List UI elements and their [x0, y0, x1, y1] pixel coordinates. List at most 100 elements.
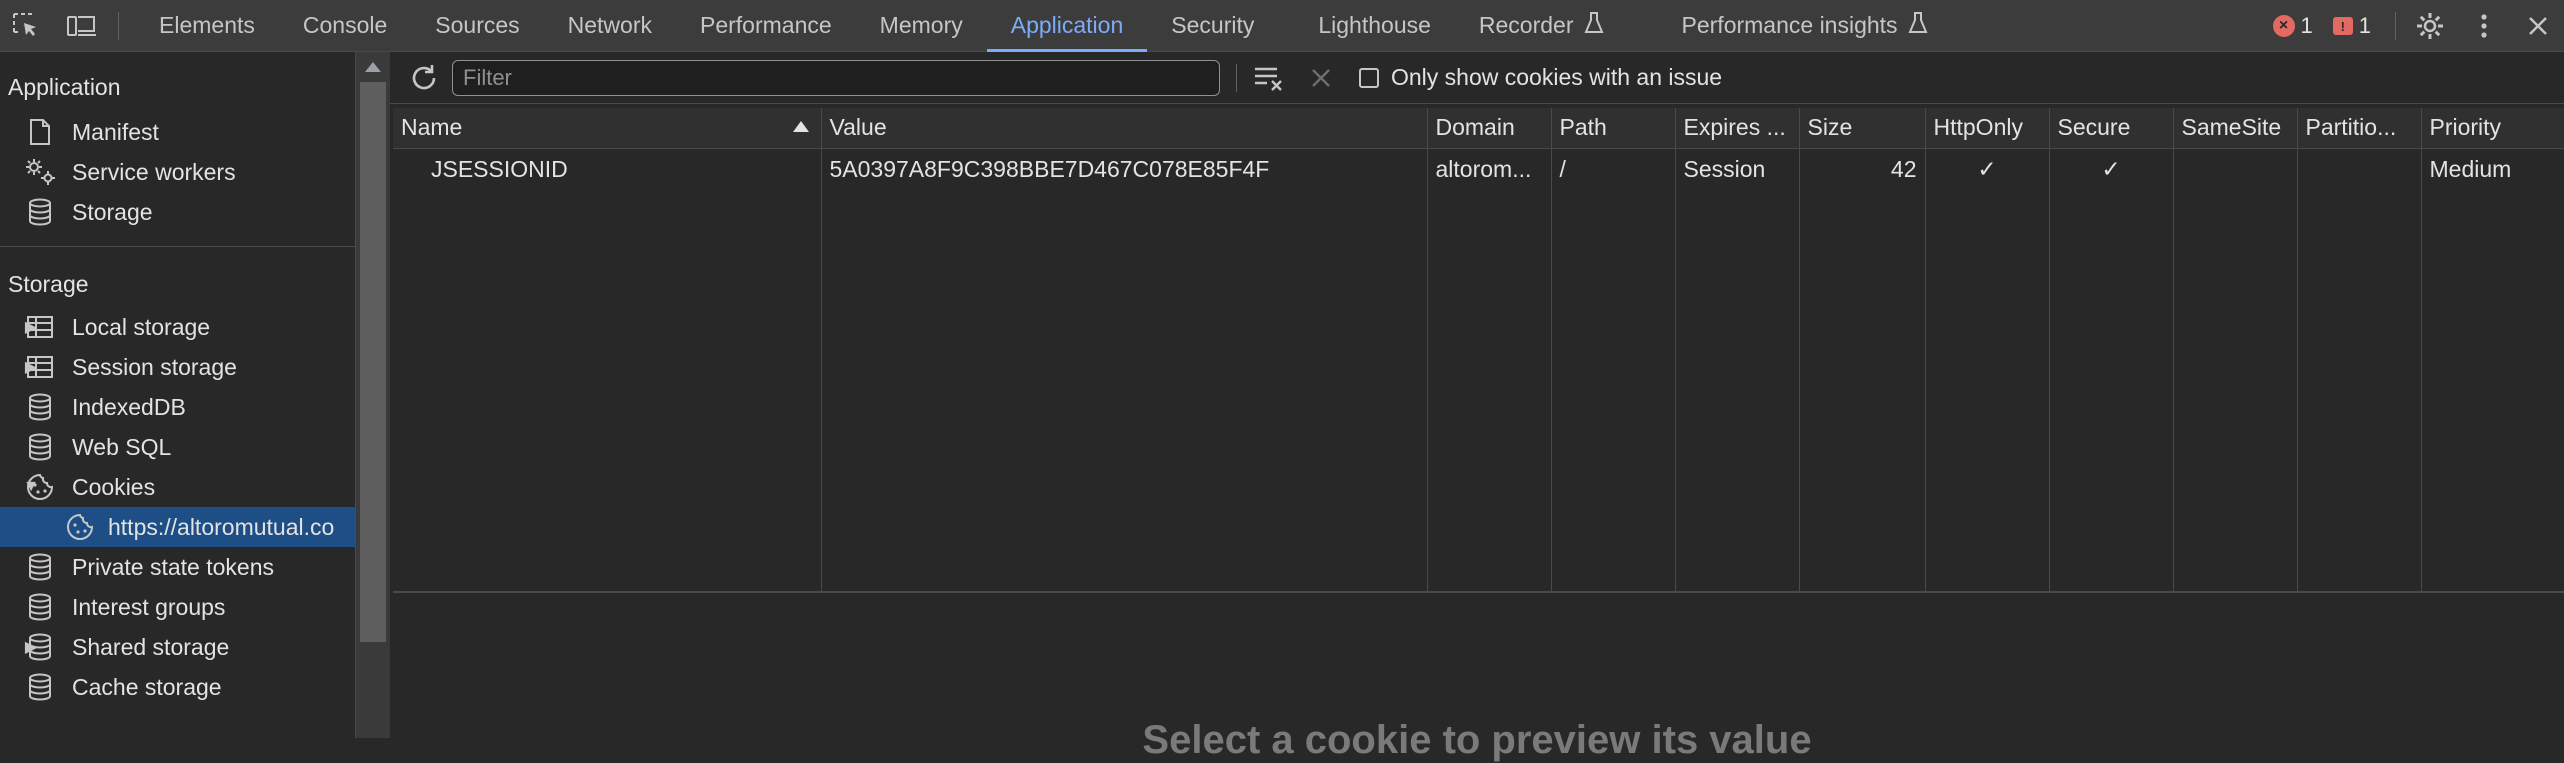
sidebar-item-cache-storage[interactable]: Cache storage: [0, 667, 355, 707]
devtools-tab-bar: Elements Console Sources Network Perform…: [0, 0, 2564, 52]
tab-console[interactable]: Console: [279, 0, 411, 52]
experimental-flask-icon: [1908, 11, 1928, 41]
sidebar-item-local-storage[interactable]: ▶ Local storage: [0, 307, 355, 347]
inspect-element-icon[interactable]: [6, 6, 46, 46]
column-header-domain[interactable]: Domain: [1427, 108, 1551, 148]
sidebar-item-label: Cache storage: [72, 674, 222, 701]
cell-httponly: ✓: [1925, 148, 2049, 190]
tab-application[interactable]: Application: [987, 0, 1148, 52]
sidebar-item-indexeddb[interactable]: IndexedDB: [0, 387, 355, 427]
only-show-issues-label: Only show cookies with an issue: [1391, 64, 1722, 91]
column-header-priority[interactable]: Priority: [2421, 108, 2564, 148]
cookie-icon: [22, 472, 58, 502]
cookie-preview-message: Select a cookie to preview its value: [390, 718, 2564, 763]
column-header-partition-key[interactable]: Partitio...: [2297, 108, 2421, 148]
column-header-httponly[interactable]: HttpOnly: [1925, 108, 2049, 148]
clear-all-cookies-icon[interactable]: [1249, 58, 1289, 98]
sidebar-item-label: Local storage: [72, 314, 210, 341]
cell-domain: altorom...: [1427, 148, 1551, 190]
tab-performance[interactable]: Performance: [676, 0, 856, 52]
checkbox-box[interactable]: [1359, 68, 1379, 88]
sidebar-section-storage: Storage: [0, 247, 355, 307]
column-header-value[interactable]: Value: [821, 108, 1427, 148]
sidebar-item-label: Interest groups: [72, 594, 225, 621]
experimental-flask-icon: [1584, 11, 1604, 41]
tab-elements[interactable]: Elements: [135, 0, 279, 52]
database-icon: [22, 433, 58, 461]
cell-size: 42: [1799, 148, 1925, 190]
document-icon: [22, 118, 58, 146]
tab-lighthouse[interactable]: Lighthouse: [1294, 0, 1455, 52]
tab-recorder-label: Recorder: [1479, 12, 1574, 39]
sidebar-item-manifest[interactable]: Manifest: [0, 112, 355, 152]
table-header-row: Name Value Domain Path Expires ... Size …: [393, 108, 2564, 148]
toolbar-divider: [2395, 12, 2396, 40]
cookies-toolbar: Only show cookies with an issue: [390, 52, 2564, 104]
tab-performance-insights-label: Performance insights: [1682, 12, 1898, 39]
error-count-badge[interactable]: × 1: [2273, 13, 2313, 39]
toolbar-divider: [118, 12, 119, 40]
error-count: 1: [2301, 13, 2313, 39]
sidebar-item-label: Manifest: [72, 119, 159, 146]
column-header-secure[interactable]: Secure: [2049, 108, 2173, 148]
sidebar-item-label: Storage: [72, 199, 153, 226]
sidebar-item-session-storage[interactable]: ▶ Session storage: [0, 347, 355, 387]
close-devtools-icon[interactable]: [2518, 6, 2558, 46]
scroll-up-arrow-icon[interactable]: [365, 62, 381, 72]
cell-name: JSESSIONID: [393, 148, 821, 190]
table-row[interactable]: JSESSIONID 5A0397A8F9C398BBE7D467C078E85…: [393, 148, 2564, 190]
sidebar-item-cookies[interactable]: ▼ Cookies: [0, 467, 355, 507]
scrollbar-thumb[interactable]: [360, 82, 386, 642]
delete-selected-icon[interactable]: [1301, 58, 1341, 98]
sidebar-item-storage[interactable]: Storage: [0, 192, 355, 232]
tab-security[interactable]: Security: [1147, 0, 1294, 52]
device-toolbar-icon[interactable]: [62, 6, 102, 46]
sidebar-item-label: Private state tokens: [72, 554, 274, 581]
cookie-icon: [62, 512, 98, 542]
application-sidebar: Application Manifest Service workers Sto…: [0, 52, 356, 738]
topbar-right-controls: × 1 ! 1: [2273, 0, 2564, 52]
database-icon: [22, 673, 58, 701]
tab-network[interactable]: Network: [544, 0, 676, 52]
sidebar-item-service-workers[interactable]: Service workers: [0, 152, 355, 192]
more-options-icon[interactable]: [2464, 6, 2504, 46]
sidebar-item-private-state-tokens[interactable]: Private state tokens: [0, 547, 355, 587]
refresh-icon[interactable]: [402, 56, 446, 100]
column-header-label: Name: [401, 114, 462, 140]
issue-count-badge[interactable]: ! 1: [2333, 13, 2371, 39]
table-icon: [22, 355, 58, 379]
cookies-panel: Only show cookies with an issue Name Val…: [390, 52, 2564, 738]
issue-icon: !: [2333, 17, 2353, 35]
sort-ascending-icon: [793, 121, 809, 132]
tab-memory[interactable]: Memory: [856, 0, 987, 52]
database-icon: [22, 553, 58, 581]
column-header-name[interactable]: Name: [393, 108, 821, 148]
table-filler-row: [393, 190, 2564, 592]
database-icon: [22, 593, 58, 621]
column-header-path[interactable]: Path: [1551, 108, 1675, 148]
table-icon: [22, 315, 58, 339]
database-icon: [22, 393, 58, 421]
sidebar-item-label: Shared storage: [72, 634, 229, 661]
tab-recorder[interactable]: Recorder: [1455, 0, 1628, 52]
sidebar-section-application: Application: [0, 52, 355, 112]
cell-partition-key: [2297, 148, 2421, 190]
sidebar-item-cookie-origin[interactable]: https://altoromutual.co: [0, 507, 355, 547]
settings-gear-icon[interactable]: [2410, 6, 2450, 46]
column-header-expires[interactable]: Expires ...: [1675, 108, 1799, 148]
tab-sources[interactable]: Sources: [411, 0, 543, 52]
sidebar-item-web-sql[interactable]: Web SQL: [0, 427, 355, 467]
sidebar-item-label: Web SQL: [72, 434, 171, 461]
sidebar-item-label: Cookies: [72, 474, 155, 501]
filter-input[interactable]: [452, 60, 1220, 96]
sidebar-item-shared-storage[interactable]: ▶ Shared storage: [0, 627, 355, 667]
only-show-issues-checkbox[interactable]: Only show cookies with an issue: [1359, 64, 1722, 91]
toolbar-divider: [1236, 64, 1237, 92]
sidebar-scrollbar[interactable]: [356, 52, 390, 738]
cell-secure: ✓: [2049, 148, 2173, 190]
column-header-size[interactable]: Size: [1799, 108, 1925, 148]
sidebar-item-interest-groups[interactable]: Interest groups: [0, 587, 355, 627]
cell-path: /: [1551, 148, 1675, 190]
tab-performance-insights[interactable]: Performance insights: [1658, 0, 1952, 52]
column-header-samesite[interactable]: SameSite: [2173, 108, 2297, 148]
